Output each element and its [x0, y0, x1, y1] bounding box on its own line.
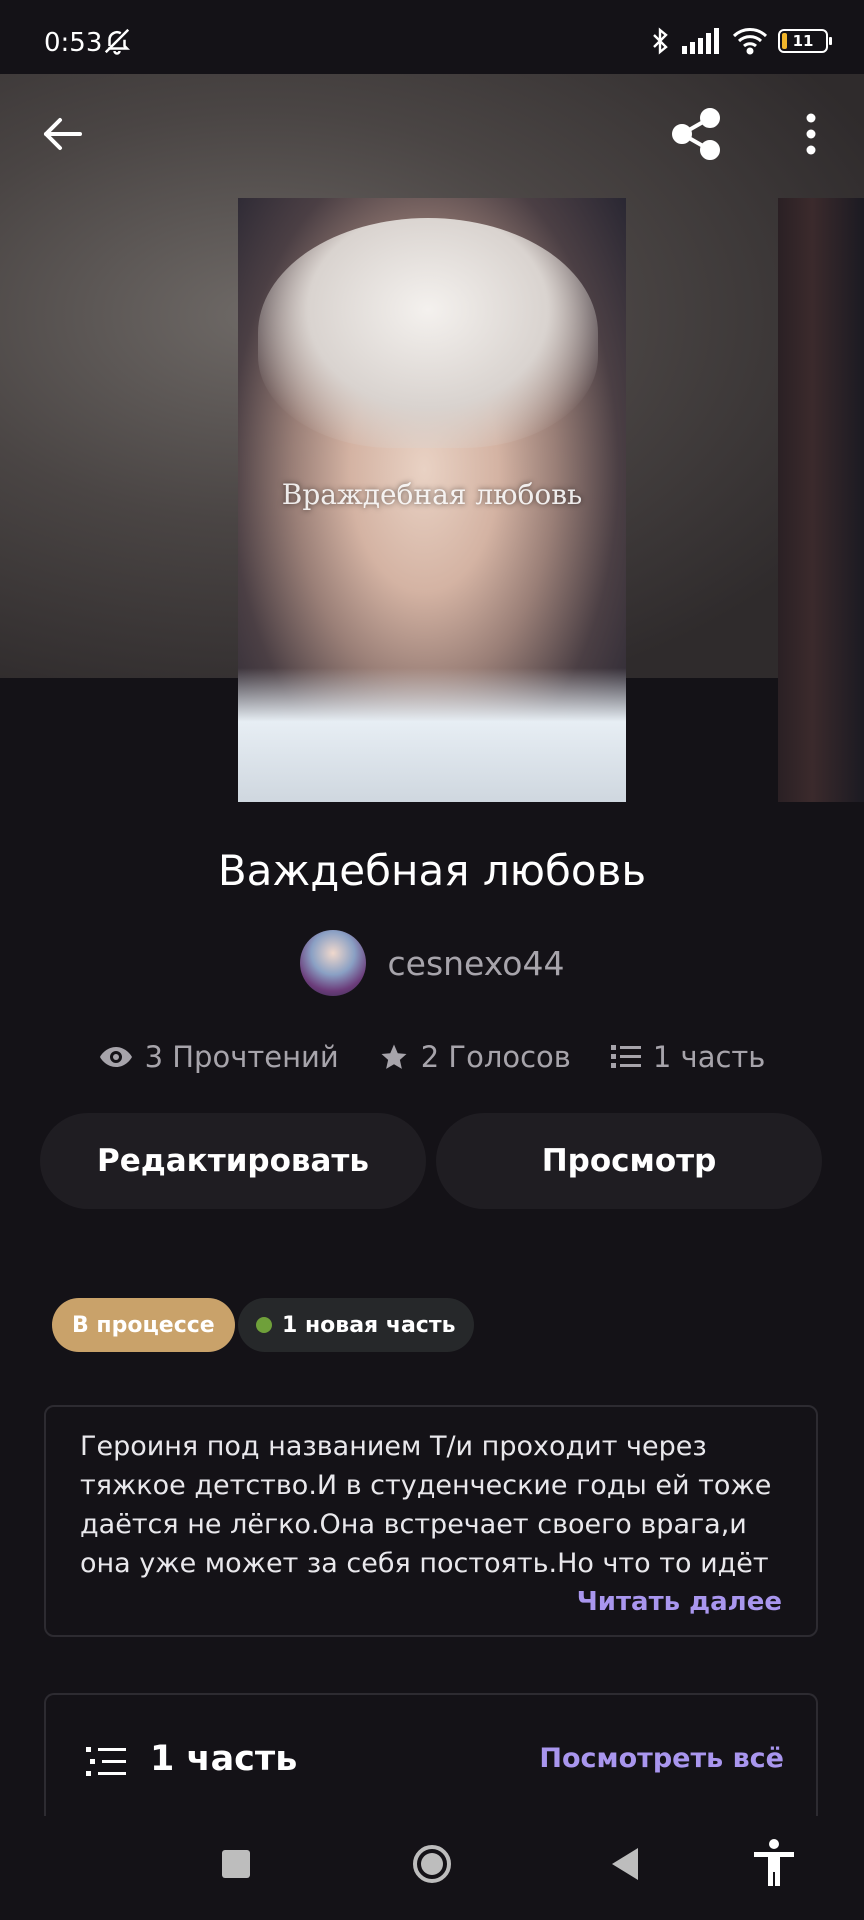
description-text: Героиня под названием Т/и проходит через… — [80, 1431, 772, 1579]
parts-card[interactable]: 1 часть Посмотреть всё — [44, 1693, 818, 1823]
story-stats: 3 Прочтений 2 Голосов 1 часть — [0, 1040, 864, 1074]
author-row[interactable]: cesnexo44 — [0, 930, 864, 996]
battery-text: 11 — [792, 32, 814, 50]
star-icon — [381, 1044, 407, 1069]
accessibility-icon[interactable] — [752, 1838, 796, 1888]
next-cover-image[interactable] — [778, 198, 864, 802]
status-time: 0:53 — [44, 28, 103, 58]
eye-icon — [99, 1047, 132, 1067]
reads-count: 3 Прочтений — [144, 1040, 339, 1074]
new-parts-badge: 1 новая часть — [238, 1298, 474, 1352]
battery-icon: 11 — [778, 29, 832, 53]
parts-title: 1 часть — [150, 1739, 298, 1779]
recents-icon[interactable] — [222, 1850, 250, 1878]
story-title: Важдебная любовь — [217, 846, 647, 895]
new-dot-icon — [256, 1317, 272, 1333]
more-vertical-icon[interactable] — [790, 108, 832, 160]
preview-button[interactable]: Просмотр — [436, 1113, 822, 1209]
cover-shirt — [238, 668, 626, 802]
status-badge: В процессе — [52, 1298, 235, 1352]
cover-title-text: Враждебная любовь — [281, 478, 583, 511]
stat-votes: 2 Голосов — [379, 1040, 571, 1074]
cover-hair — [258, 218, 598, 448]
author-name[interactable]: cesnexo44 — [388, 944, 565, 983]
new-parts-label: 1 новая часть — [282, 1312, 456, 1338]
arrow-left-icon[interactable] — [36, 108, 88, 160]
avatar[interactable] — [299, 930, 366, 996]
parts-count: 1 часть — [652, 1040, 766, 1074]
read-more-link[interactable]: Читать далее — [577, 1587, 782, 1617]
wifi-icon — [732, 28, 768, 55]
list-icon — [86, 1747, 126, 1776]
see-all-link[interactable]: Посмотреть всё — [539, 1743, 784, 1774]
share-icon[interactable] — [668, 106, 724, 162]
bluetooth-icon — [653, 27, 668, 55]
signal-icon — [682, 28, 719, 54]
edit-button[interactable]: Редактировать — [40, 1113, 426, 1209]
back-triangle-icon[interactable] — [608, 1846, 640, 1882]
home-icon[interactable] — [412, 1844, 452, 1884]
votes-count: 2 Голосов — [420, 1040, 571, 1074]
status-icons: 11 — [648, 26, 832, 56]
stat-reads: 3 Прочтений — [99, 1040, 339, 1074]
stat-parts: 1 часть — [610, 1040, 766, 1074]
cover-image[interactable]: Враждебная любовь — [238, 198, 626, 802]
list-icon — [610, 1045, 641, 1068]
description-box: Героиня под названием Т/и проходит через… — [44, 1405, 818, 1637]
bell-off-icon — [104, 28, 131, 55]
